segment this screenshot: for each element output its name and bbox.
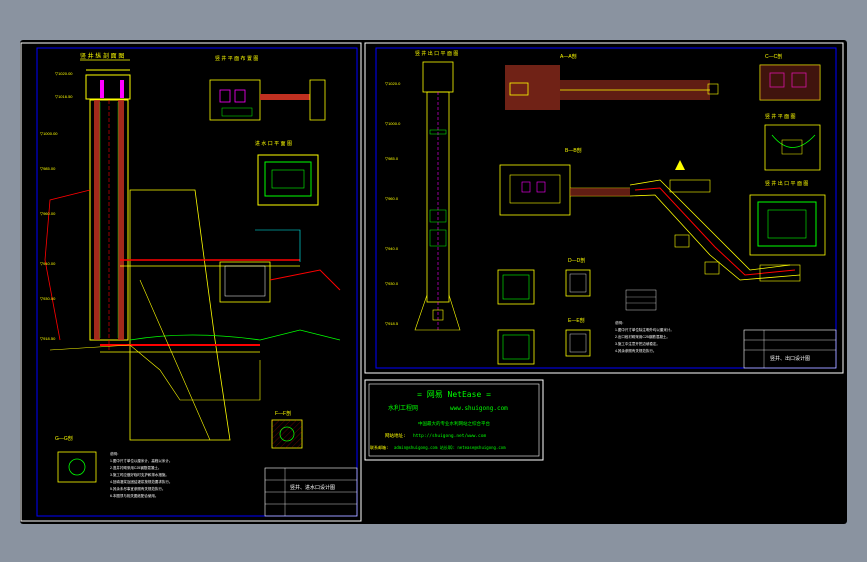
svg-text:1.图中尺寸单位以厘米计，高程以米计。: 1.图中尺寸单位以厘米计，高程以米计。 <box>110 458 172 463</box>
netease-watermark-stamp: = 网易 NetEase = 水利工程网 www.shuigong.com 中国… <box>364 379 544 461</box>
svg-text:▽1016.50: ▽1016.50 <box>55 94 73 99</box>
right-detail-1: 竖 井 平 面 图 <box>764 113 821 171</box>
left-notes: 说明： 1.图中尺寸单位以厘米计，高程以米计。 2.竖井衬砌采用C25钢筋混凝土… <box>110 451 172 498</box>
section-gg: G—G剖 <box>55 435 97 483</box>
svg-text:G—G剖: G—G剖 <box>55 435 73 442</box>
svg-text:说明：: 说明： <box>110 451 121 456</box>
intake-plan-green: 进 水 口 平 面 图 <box>255 140 319 206</box>
shaft-main-section: 竖 井 纵 剖 面 图 ▽1020.00 ▽1016.50 ▽1000.00▽98… <box>40 52 341 441</box>
svg-text:3.施工中注意开挖边坡稳定。: 3.施工中注意开挖边坡稳定。 <box>615 341 660 346</box>
right-detail-2: 竖 井 出 口 平 面 图 <box>749 180 826 256</box>
right-notes: 说明： 1.图中尺寸单位除注明外均以厘米计。 2.出口段衬砌采用C25钢筋混凝土… <box>615 320 674 353</box>
intake-plan-detail: 竖 井 平 面 布 置 图 <box>209 55 326 121</box>
stamp-line2-right: www.shuigong.com <box>450 405 508 412</box>
svg-text:▽960.0: ▽960.0 <box>385 196 399 201</box>
svg-text:▽1000.0: ▽1000.0 <box>385 121 401 126</box>
svg-text:4.回填灌浆及固结灌浆按规范要求执行。: 4.回填灌浆及固结灌浆按规范要求执行。 <box>110 479 172 484</box>
left-title-block: 竖井、进水口设计图 <box>264 467 358 517</box>
cad-viewport[interactable]: 竖 井 纵 剖 面 图 ▽1020.00 ▽1016.50 ▽1000.00 ▽… <box>20 40 847 524</box>
svg-text:竖井、出口设计图: 竖井、出口设计图 <box>770 355 810 362</box>
svg-text:▽1020.00: ▽1020.00 <box>55 71 73 76</box>
svg-text:▽985.0: ▽985.0 <box>385 156 399 161</box>
svg-text:4.其余参照有关规范执行。: 4.其余参照有关规范执行。 <box>615 348 656 353</box>
svg-text:▽930.0: ▽930.0 <box>385 281 399 286</box>
svg-text:C—C剖: C—C剖 <box>765 53 782 60</box>
svg-text:E—E剖: E—E剖 <box>568 317 585 324</box>
section-ff: F—F剖 <box>271 410 303 449</box>
section-dd: D—D剖 <box>565 257 591 297</box>
right-title-block: 竖井、出口设计图 <box>743 329 837 369</box>
svg-text:竖 井 平 面 图: 竖 井 平 面 图 <box>765 113 796 120</box>
svg-text:▽940.0: ▽940.0 <box>385 246 399 251</box>
stamp-line4-label: 网站地址: <box>385 432 406 439</box>
svg-text:F—F剖: F—F剖 <box>275 410 291 417</box>
section-cc: C—C剖 <box>759 53 821 101</box>
stamp-line5-label: 联系邮箱: <box>370 444 388 450</box>
stamp-line4-value: http://shuigong.net/www.com <box>413 433 486 439</box>
svg-text:2.出口段衬砌采用C25钢筋混凝土。: 2.出口段衬砌采用C25钢筋混凝土。 <box>615 334 670 339</box>
right-sheet: 竖 井 出 口 平 面 图 ▽1020.0 ▽1000.0 ▽985.0 ▽960.… <box>364 42 844 374</box>
section-aa: A—A剖 <box>505 53 719 110</box>
svg-text:竖 井 出 口 平 面 图: 竖 井 出 口 平 面 图 <box>765 180 808 187</box>
svg-text:▽1020.0: ▽1020.0 <box>385 81 401 86</box>
left-sheet: 竖 井 纵 剖 面 图 ▽1020.00 ▽1016.50 ▽1000.00▽98… <box>20 42 362 522</box>
svg-text:竖井、进水口设计图: 竖井、进水口设计图 <box>290 484 335 491</box>
stamp-line1: = 网易 NetEase = <box>417 390 491 399</box>
svg-text:3.施工时应做好临时支护和排水措施。: 3.施工时应做好临时支护和排水措施。 <box>110 472 169 477</box>
svg-text:▽930.00: ▽930.00 <box>40 296 56 301</box>
stamp-line5-value: admin@shuigong.com 站长QQ: netease@shuigon… <box>394 444 506 450</box>
right-shaft-section: 竖 井 出 口 平 面 图 ▽1020.0 ▽1000.0 ▽985.0 ▽960.… <box>385 50 461 331</box>
small-box-1 <box>497 269 535 365</box>
svg-text:说明：: 说明： <box>615 320 626 325</box>
stamp-line2-left: 水利工程网 <box>388 404 418 412</box>
svg-text:▽1000.00: ▽1000.00 <box>40 131 58 136</box>
svg-text:▽918.5: ▽918.5 <box>385 321 399 326</box>
svg-text:▽985.00: ▽985.00 <box>40 166 56 171</box>
svg-text:6.本图须与相关图纸配合使用。: 6.本图须与相关图纸配合使用。 <box>110 493 158 498</box>
svg-text:A—A剖: A—A剖 <box>560 53 577 60</box>
svg-text:1.图中尺寸单位除注明外均以厘米计。: 1.图中尺寸单位除注明外均以厘米计。 <box>615 327 674 332</box>
svg-text:▽940.00: ▽940.00 <box>40 261 56 266</box>
svg-text:B—B剖: B—B剖 <box>565 147 582 154</box>
stamp-line3: 中国最大的专业水利网站之综合平台 <box>418 420 490 427</box>
svg-text:▽960.00: ▽960.00 <box>40 211 56 216</box>
section-bb: B—B剖 <box>499 147 801 282</box>
svg-text:▽918.50: ▽918.50 <box>40 336 56 341</box>
left-plan-title: 竖 井 平 面 布 置 图 <box>215 55 258 62</box>
drawing-canvas: 竖 井 纵 剖 面 图 ▽1020.00 ▽1016.50 ▽1000.00▽98… <box>20 42 844 522</box>
section-ee: E—E剖 <box>565 317 591 357</box>
right-table <box>625 289 657 311</box>
left-view-title: 竖 井 纵 剖 面 图 <box>80 52 124 60</box>
svg-text:竖 井 出 口 平 面 图: 竖 井 出 口 平 面 图 <box>415 50 458 57</box>
svg-text:D—D剖: D—D剖 <box>568 257 585 264</box>
svg-text:2.竖井衬砌采用C25钢筋混凝土。: 2.竖井衬砌采用C25钢筋混凝土。 <box>110 465 161 470</box>
left-detail-title: 进 水 口 平 面 图 <box>255 140 292 147</box>
svg-text:5.其余未尽事宜参照有关规范执行。: 5.其余未尽事宜参照有关规范执行。 <box>110 486 165 491</box>
